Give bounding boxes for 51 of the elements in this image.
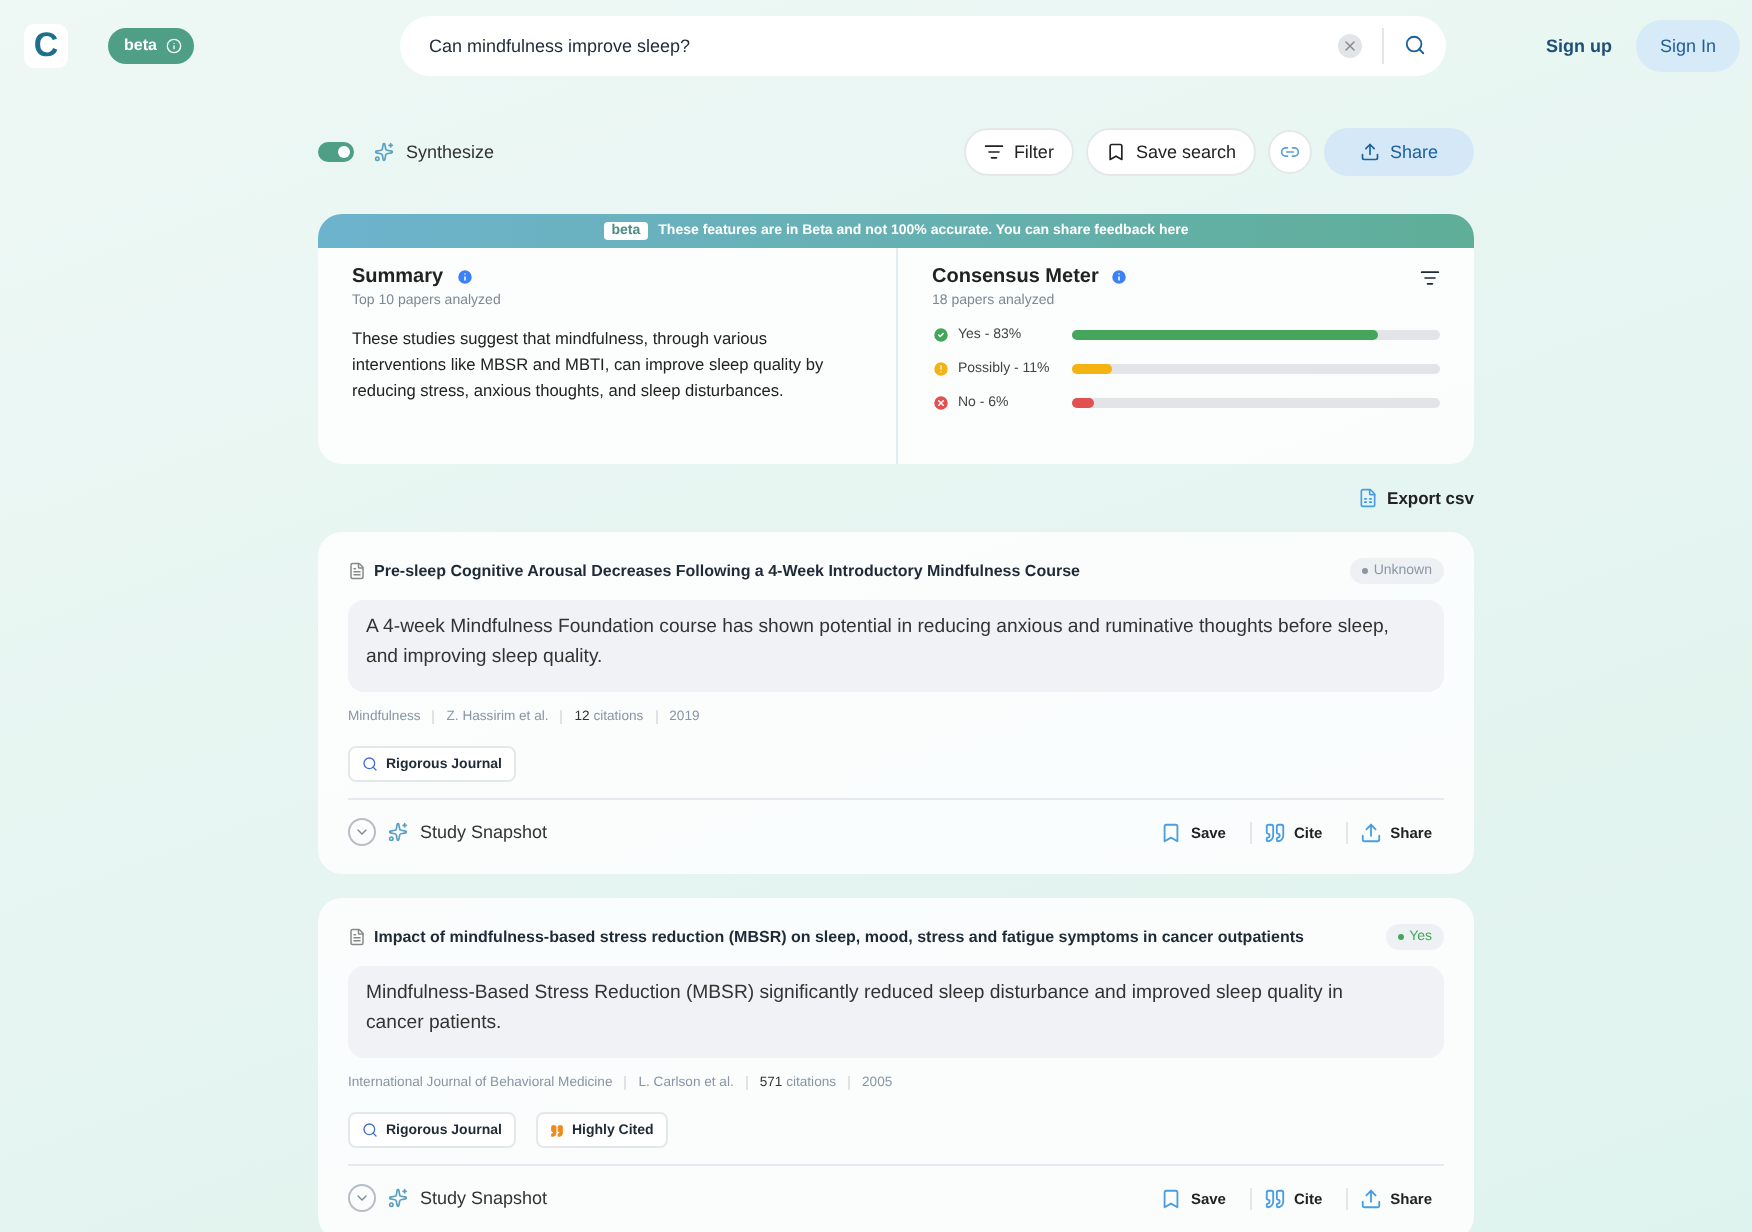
- info-icon: [166, 37, 183, 53]
- sparkle-icon: [374, 142, 394, 162]
- study-snapshot-button[interactable]: Study Snapshot: [420, 1188, 548, 1208]
- study-snapshot-button[interactable]: Study Snapshot: [420, 822, 548, 842]
- clear-icon[interactable]: [1338, 33, 1363, 57]
- expand-icon[interactable]: [348, 1184, 376, 1212]
- bookmark-icon: [1160, 821, 1183, 843]
- synthesize-label: Synthesize: [406, 142, 495, 162]
- paper-title[interactable]: Impact of mindfulness-based stress reduction (MBSR) on sleep, mood, stress and fatigue symptoms in cancer outpatients: [374, 927, 1378, 945]
- share-icon: [1360, 821, 1383, 843]
- logo[interactable]: C: [24, 23, 68, 67]
- share-icon: [1359, 142, 1380, 162]
- synthesize-toggle[interactable]: [318, 142, 354, 162]
- save-search-button[interactable]: Save search: [1085, 128, 1256, 176]
- filter-icon[interactable]: [1420, 267, 1440, 287]
- quote-icon: [1263, 821, 1286, 843]
- search-icon[interactable]: [1404, 34, 1427, 56]
- x-icon: [932, 393, 950, 411]
- filter-icon: [983, 142, 1004, 162]
- expand-icon[interactable]: [348, 818, 376, 846]
- alert-icon: [932, 359, 950, 377]
- claim-text: Mindfulness-Based Stress Reduction (MBSR) significantly reduced sleep disturbance and improved sleep quality in cancer patients.: [348, 966, 1444, 1058]
- info-icon[interactable]: [455, 268, 474, 286]
- bookmark-icon: [1105, 142, 1126, 162]
- sign-in-button[interactable]: Sign In: [1635, 19, 1740, 71]
- export-csv-link[interactable]: Export csv: [1357, 488, 1474, 508]
- quote-icon: [549, 1123, 564, 1137]
- summary-text: These studies suggest that mindfulness, through various interventions like MBSR and MBTI, can improve sleep quality by reducing stress, anxious thoughts, and sleep disturbances.: [352, 326, 826, 404]
- info-icon[interactable]: [1110, 268, 1129, 286]
- bookmark-icon: [1160, 1187, 1183, 1209]
- sparkle-icon: [388, 1188, 408, 1208]
- link-button[interactable]: [1267, 130, 1312, 174]
- filter-button[interactable]: Filter: [963, 128, 1074, 176]
- summary-title: Summary: [352, 266, 444, 288]
- paper-title[interactable]: Pre-sleep Cognitive Arousal Decreases Following a 4-Week Introductory Mindfulness Course: [374, 561, 1342, 579]
- claim-text: A 4-week Mindfulness Foundation course has shown potential in reducing anxious and ruminative thoughts before sleep, and improving sleep quality.: [348, 600, 1444, 692]
- quote-icon: [1263, 1187, 1286, 1209]
- search-icon: [362, 756, 378, 772]
- check-icon: [932, 325, 950, 343]
- document-icon: [348, 561, 366, 579]
- link-icon: [1279, 142, 1300, 162]
- sparkle-icon: [388, 822, 408, 842]
- search-field[interactable]: Can mindfulness improve sleep?: [400, 15, 1447, 75]
- share-button[interactable]: Share: [1323, 128, 1474, 176]
- share-icon: [1360, 1187, 1383, 1209]
- consensus-title: Consensus Meter: [932, 266, 1099, 288]
- document-icon: [348, 927, 366, 945]
- search-icon: [362, 1122, 378, 1138]
- sign-up-link[interactable]: Sign up: [1545, 35, 1612, 55]
- beta-badge: beta: [108, 27, 195, 63]
- file-icon: [1357, 488, 1378, 508]
